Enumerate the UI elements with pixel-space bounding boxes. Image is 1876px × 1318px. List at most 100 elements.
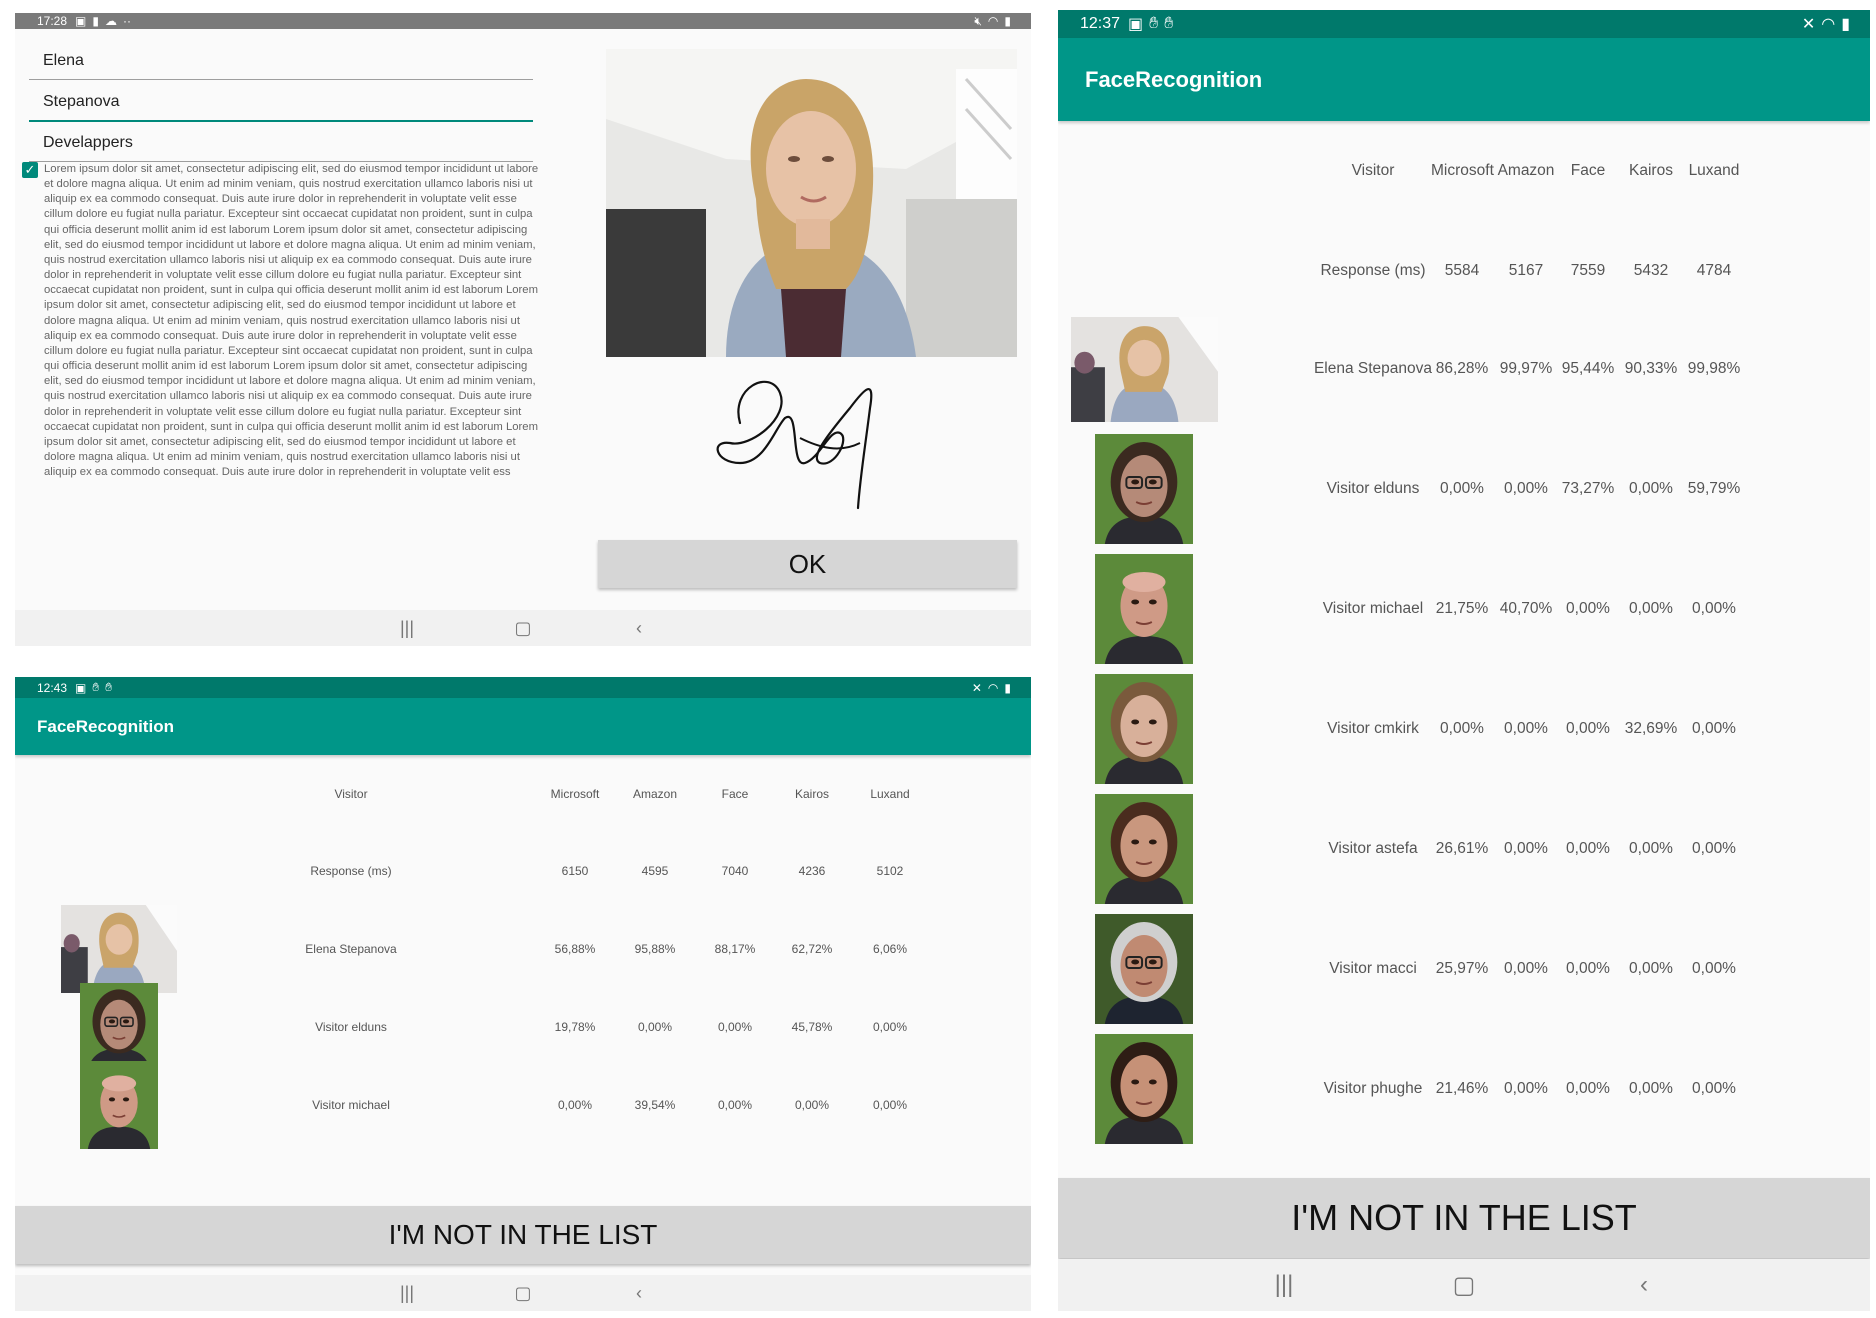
response-label: Response (ms) bbox=[310, 864, 392, 878]
cloud-icon: ☁ bbox=[104, 14, 117, 28]
header-face: Face bbox=[721, 787, 749, 801]
ok-button[interactable]: OK bbox=[598, 540, 1017, 588]
recents-icon[interactable]: ||| bbox=[1194, 1271, 1374, 1299]
mute-icon: ✕ bbox=[971, 680, 982, 695]
photo-elena-image bbox=[61, 905, 177, 993]
header-kairos: Kairos bbox=[1629, 162, 1673, 179]
card-icon: ▮ bbox=[92, 14, 99, 28]
header-microsoft: Microsoft bbox=[550, 787, 600, 801]
response-value: 5167 bbox=[1508, 262, 1544, 279]
recents-icon[interactable]: ||| bbox=[349, 1283, 465, 1304]
status-bar: 12:43 ▣ ✋︎ ✋︎ ✕ ◠ ▮ bbox=[15, 677, 1031, 698]
score-value: 0,00% bbox=[1566, 600, 1610, 617]
score-value: 99,98% bbox=[1687, 360, 1741, 377]
home-icon[interactable]: ▢ bbox=[1374, 1271, 1554, 1300]
response-value: 4784 bbox=[1696, 262, 1732, 279]
score-value: 73,27% bbox=[1561, 480, 1615, 497]
consent-checkbox[interactable]: ✓ bbox=[22, 162, 38, 178]
wifi-icon: ◠ bbox=[987, 680, 999, 695]
photo-elduns-image bbox=[1095, 434, 1193, 544]
status-left-icons: ▣ ✋︎ ✋︎ bbox=[1128, 14, 1173, 34]
score-value: 39,54% bbox=[634, 1098, 676, 1112]
photo-michael-image bbox=[80, 1061, 158, 1149]
recents-icon[interactable]: ||| bbox=[349, 618, 465, 639]
response-value: 7559 bbox=[1570, 262, 1606, 279]
nav-bar: ||| ▢ ‹ bbox=[15, 1275, 1031, 1311]
not-in-list-button[interactable]: I'M NOT IN THE LIST bbox=[15, 1206, 1031, 1264]
score-value: 0,00% bbox=[1692, 960, 1736, 977]
score-value: 0,00% bbox=[1504, 840, 1548, 857]
status-right-icons: 🔇︎ ◠ ▮ bbox=[974, 14, 1011, 29]
score-value: 0,00% bbox=[1692, 720, 1736, 737]
home-icon[interactable]: ▢ bbox=[465, 1283, 581, 1304]
score-value: 6,06% bbox=[872, 942, 908, 956]
score-value: 0,00% bbox=[1692, 840, 1736, 857]
consent-text: Lorem ipsum dolor sit amet, consectetur … bbox=[44, 163, 539, 479]
photo-elduns-image bbox=[80, 983, 158, 1071]
company-field[interactable]: Develappers bbox=[29, 128, 533, 162]
score-value: 0,00% bbox=[1504, 720, 1548, 737]
app-bar: FaceRecognition bbox=[15, 698, 1031, 755]
score-value: 90,33% bbox=[1624, 360, 1678, 377]
mute-icon: ✕ bbox=[1801, 16, 1816, 33]
nav-bar: ||| ▢ ‹ bbox=[15, 610, 1031, 646]
visitor-photo bbox=[80, 1061, 158, 1149]
status-left-icons: ▣ ✋︎ ✋︎ bbox=[75, 680, 112, 695]
wifi-icon: ◠ bbox=[1821, 16, 1836, 33]
score-value: 0,00% bbox=[1566, 1080, 1610, 1097]
not-in-list-button[interactable]: I'M NOT IN THE LIST bbox=[1058, 1178, 1870, 1258]
score-value: 0,00% bbox=[872, 1020, 908, 1034]
captured-photo bbox=[606, 49, 1017, 357]
visitor-photo bbox=[1070, 316, 1218, 422]
battery-icon: ▮ bbox=[1004, 14, 1011, 28]
first-name-field[interactable]: Elena bbox=[29, 46, 533, 80]
score-value: 0,00% bbox=[1440, 720, 1484, 737]
response-value: 6150 bbox=[561, 864, 589, 878]
nav-bar: ||| ▢ ‹ bbox=[1058, 1259, 1870, 1311]
score-value: 0,00% bbox=[1440, 480, 1484, 497]
signup-form-screen: 17:28 ▣ ▮ ☁ ·· 🔇︎ ◠ ▮ Elena Stepanova De… bbox=[15, 13, 1031, 646]
score-value: 21,75% bbox=[1435, 600, 1489, 617]
last-name-field[interactable]: Stepanova bbox=[29, 87, 533, 122]
score-value: 0,00% bbox=[1629, 840, 1673, 857]
visitor-photo bbox=[1095, 674, 1193, 784]
image-icon: ▣ bbox=[75, 680, 87, 695]
wifi-icon: ◠ bbox=[987, 14, 999, 28]
results-table: Visitor Microsoft Amazon Face Kairos Luxand Re… bbox=[1058, 121, 1870, 1186]
response-value: 4595 bbox=[641, 864, 669, 878]
score-value: 95,88% bbox=[634, 942, 676, 956]
photo-cmkirk-image bbox=[1095, 674, 1193, 784]
signature-pad[interactable] bbox=[710, 368, 930, 513]
visitor-photo bbox=[1095, 914, 1193, 1024]
photo-astefa-image bbox=[1095, 794, 1193, 904]
home-icon[interactable]: ▢ bbox=[465, 618, 581, 639]
visitor-name: Elena Stepanova bbox=[305, 942, 397, 956]
score-value: 25,97% bbox=[1435, 960, 1489, 977]
response-value: 5584 bbox=[1444, 262, 1480, 279]
score-value: 0,00% bbox=[717, 1098, 753, 1112]
score-value: 59,79% bbox=[1687, 480, 1741, 497]
score-value: 0,00% bbox=[1566, 960, 1610, 977]
score-value: 0,00% bbox=[872, 1098, 908, 1112]
score-value: 0,00% bbox=[1566, 720, 1610, 737]
visitor-photo bbox=[1095, 434, 1193, 544]
back-icon[interactable]: ‹ bbox=[1554, 1271, 1734, 1299]
score-value: 56,88% bbox=[554, 942, 596, 956]
first-name-value: Elena bbox=[43, 52, 84, 69]
photo-elena-image bbox=[1070, 316, 1218, 422]
header-microsoft: Microsoft bbox=[1431, 162, 1494, 179]
photo-macci-image bbox=[1095, 914, 1193, 1024]
score-value: 32,69% bbox=[1624, 720, 1678, 737]
score-value: 62,72% bbox=[791, 942, 833, 956]
back-icon[interactable]: ‹ bbox=[581, 618, 697, 639]
score-value: 0,00% bbox=[1629, 1080, 1673, 1097]
response-value: 5432 bbox=[1633, 262, 1669, 279]
score-value: 95,44% bbox=[1561, 360, 1615, 377]
app-title: FaceRecognition bbox=[37, 716, 174, 736]
status-bar: 17:28 ▣ ▮ ☁ ·· 🔇︎ ◠ ▮ bbox=[15, 13, 1031, 29]
back-icon[interactable]: ‹ bbox=[581, 1283, 697, 1304]
hand-icon: ✋︎ bbox=[92, 680, 100, 694]
app-bar: FaceRecognition bbox=[1058, 38, 1870, 121]
score-value: 26,61% bbox=[1435, 840, 1489, 857]
battery-icon: ▮ bbox=[1004, 680, 1011, 695]
